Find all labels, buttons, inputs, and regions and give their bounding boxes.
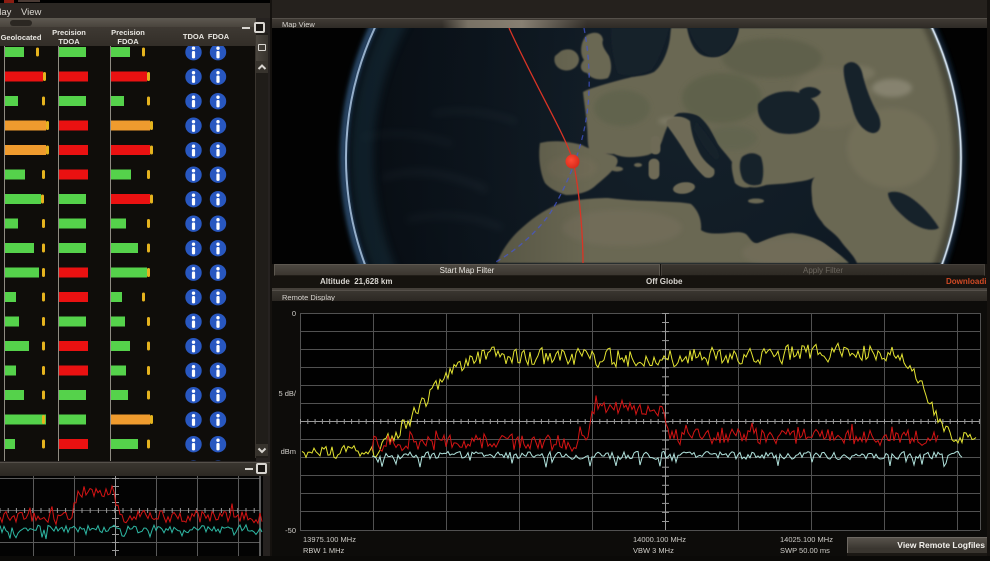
svg-text:14000.100 MHz: 14000.100 MHz [633, 535, 686, 544]
svg-text:RBW 1 MHz: RBW 1 MHz [303, 546, 345, 555]
svg-text:13975.100 MHz: 13975.100 MHz [303, 535, 356, 544]
svg-text:5 dB/: 5 dB/ [278, 389, 296, 398]
svg-text:-50: -50 [285, 526, 296, 535]
svg-text:VBW 3 MHz: VBW 3 MHz [633, 546, 674, 555]
svg-text:dBm: dBm [281, 447, 296, 456]
svg-text:0: 0 [292, 309, 296, 318]
svg-text:14025.100 MHz: 14025.100 MHz [780, 535, 833, 544]
svg-text:SWP 50.00 ms: SWP 50.00 ms [780, 546, 830, 555]
